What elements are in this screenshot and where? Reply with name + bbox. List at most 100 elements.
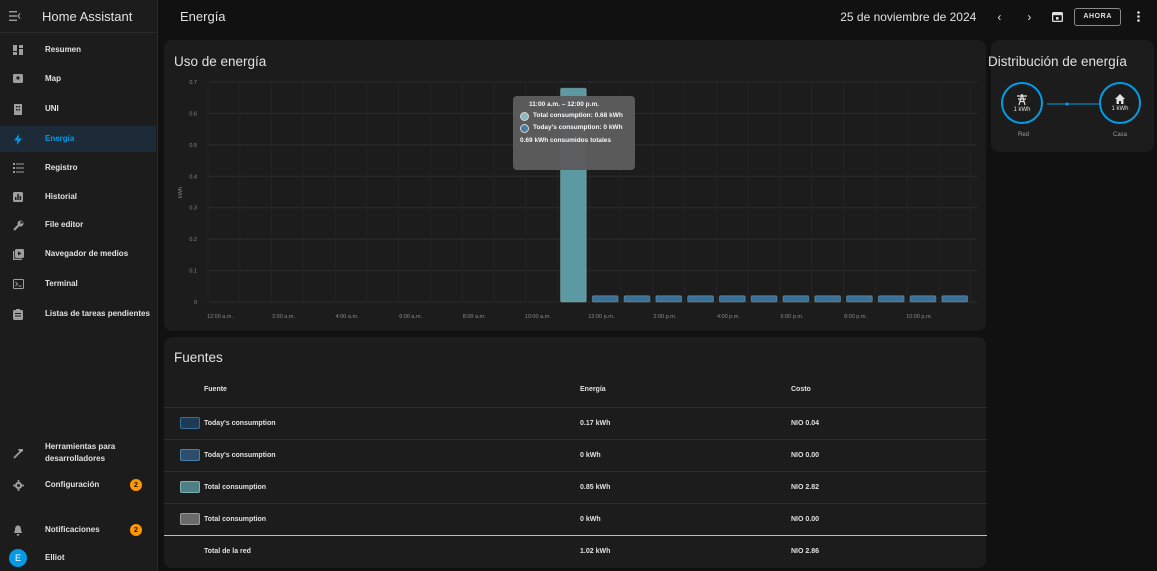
sidebar-item-file-editor[interactable]: File editor (0, 212, 156, 238)
total-name: Total de la red (204, 548, 251, 555)
legend-dot (520, 124, 529, 133)
now-button[interactable]: AHORA (1074, 7, 1121, 26)
lightning-icon (3, 133, 33, 145)
home-node[interactable]: 1 kWh (1099, 82, 1141, 124)
total-cost: NIO 2.86 (791, 548, 820, 555)
legend-dot (520, 112, 529, 121)
sidebar-item-label: Historial (45, 192, 78, 201)
avatar-wrapper: E (3, 549, 33, 567)
source-color-swatch (180, 481, 200, 493)
sidebar-item-uni[interactable]: UNI (0, 96, 156, 122)
top-bar: Energía 25 de noviembre de 2024 ‹ › AHOR… (158, 0, 1157, 33)
home-icon (1115, 94, 1125, 104)
table-row: Total consumption 0 kWh NIO 0.00 (164, 503, 987, 535)
notification-badge: 2 (130, 479, 142, 491)
sidebar-item-label: Map (45, 74, 61, 83)
dev-tools-line1: Herramientas para (45, 442, 116, 451)
source-energy: 0.17 kWh (580, 420, 611, 427)
tooltip-line: Total consumption: 0.68 kWh (533, 112, 623, 119)
calendar-icon (1051, 11, 1063, 22)
table-total-row: Total de la red 1.02 kWh NIO 2.86 (164, 535, 987, 567)
console-icon (3, 279, 33, 289)
sidebar-item-registro[interactable]: Registro (0, 155, 156, 181)
page-title: Energía (180, 9, 226, 24)
sidebar-item-resumen[interactable]: Resumen (0, 37, 156, 63)
table-row: Today's consumption 0.17 kWh NIO 0.04 (164, 407, 987, 439)
list-icon (3, 163, 33, 173)
sidebar-title: Home Assistant (42, 8, 133, 24)
card-title: Fuentes (174, 350, 223, 365)
source-color-swatch (180, 513, 200, 525)
wrench-icon (3, 220, 33, 231)
source-name: Total consumption (204, 484, 267, 491)
grid-node[interactable]: 1 kWh (1001, 82, 1043, 124)
previous-day-button[interactable]: ‹ (988, 6, 1010, 28)
source-name: Today's consumption (204, 452, 276, 459)
table-row: Total consumption 0.85 kWh NIO 2.82 (164, 471, 987, 503)
source-color-swatch (180, 449, 200, 461)
dev-tools-line2: desarrolladores (45, 454, 106, 463)
sidebar-item-navegador-de-medios[interactable]: Navegador de medios (0, 241, 156, 267)
app-root: Home Assistant Resumen Map UNI Energía R… (0, 0, 1157, 571)
grid-label: Red (1018, 132, 1030, 138)
source-cost: NIO 2.82 (791, 484, 820, 491)
column-header-energy: Energía (580, 386, 606, 393)
notification-badge: 2 (130, 524, 142, 536)
chart-tooltip: 11:00 a.m. – 12:00 p.m. Total consumptio… (513, 96, 635, 170)
date-controls: 25 de noviembre de 2024 ‹ › AHORA (840, 0, 1149, 33)
home-label: Casa (1113, 132, 1128, 138)
source-energy: 0 kWh (580, 516, 601, 523)
sidebar-item-label: Herramientas para desarrolladores (45, 441, 115, 465)
overflow-menu-button[interactable] (1127, 6, 1149, 28)
gear-icon (3, 479, 33, 491)
tooltip-line: Today's consumption: 0 kWh (533, 124, 623, 131)
map-icon (3, 74, 33, 84)
sidebar-item-label: File editor (45, 220, 84, 229)
sidebar-item-notificaciones[interactable]: Notificaciones 2 (0, 517, 156, 543)
tooltip-row: Today's consumption: 0 kWh (520, 124, 628, 133)
card-title: Uso de energía (174, 54, 267, 69)
column-header-cost: Costo (791, 386, 811, 393)
sidebar-item-dev-tools[interactable]: Herramientas para desarrolladores (0, 435, 156, 471)
source-cost: NIO 0.00 (791, 516, 820, 523)
sidebar-header: Home Assistant (0, 0, 157, 33)
sidebar-item-energia[interactable]: Energía (0, 126, 156, 152)
sidebar-item-label: Energía (45, 134, 75, 143)
sidebar-item-label: Listas de tareas pendientes (45, 309, 150, 318)
chevron-left-icon: ‹ (997, 9, 1002, 24)
date-label: 25 de noviembre de 2024 (840, 9, 977, 24)
source-name: Today's consumption (204, 420, 276, 427)
source-energy: 0 kWh (580, 452, 601, 459)
dots-vertical-icon (1136, 11, 1140, 22)
source-cost: NIO 0.00 (791, 452, 820, 459)
building-icon (3, 103, 33, 115)
chart-box-icon (3, 192, 33, 202)
sidebar-item-user[interactable]: E Elliot (0, 545, 156, 571)
sidebar-item-terminal[interactable]: Terminal (0, 271, 156, 297)
sidebar-item-label: Terminal (45, 279, 78, 288)
sidebar-item-label: Configuración (45, 480, 100, 489)
sidebar-item-label: Resumen (45, 45, 82, 54)
next-day-button[interactable]: › (1018, 6, 1040, 28)
tooltip-header: 11:00 a.m. – 12:00 p.m. (528, 101, 600, 108)
sidebar-item-listas-de-tareas[interactable]: Listas de tareas pendientes (0, 301, 156, 327)
hammer-icon (3, 448, 33, 459)
energy-distribution-card: Distribución de energía 1 kWh Red 1 kWh … (988, 40, 1154, 152)
chevron-right-icon: › (1027, 9, 1032, 24)
source-energy: 0.85 kWh (580, 484, 611, 491)
sidebar-item-historial[interactable]: Historial (0, 184, 156, 210)
tooltip-footer: 0.69 kWh consumidos totales (520, 137, 612, 144)
table-row: Today's consumption 0 kWh NIO 0.00 (164, 439, 987, 471)
sidebar-item-map[interactable]: Map (0, 66, 156, 92)
sidebar-item-configuracion[interactable]: Configuración 2 (0, 472, 156, 498)
transmission-tower-icon (1017, 93, 1027, 105)
source-color-swatch (180, 417, 200, 429)
sidebar: Home Assistant Resumen Map UNI Energía R… (0, 0, 158, 571)
menu-icon[interactable] (0, 11, 30, 21)
source-cost: NIO 0.04 (791, 420, 820, 427)
tooltip-row: Total consumption: 0.68 kWh (520, 112, 628, 121)
flow-line (1047, 102, 1099, 106)
card-title: Distribución de energía (988, 54, 1127, 69)
total-energy: 1.02 kWh (580, 548, 611, 555)
date-picker-button[interactable] (1046, 6, 1068, 28)
